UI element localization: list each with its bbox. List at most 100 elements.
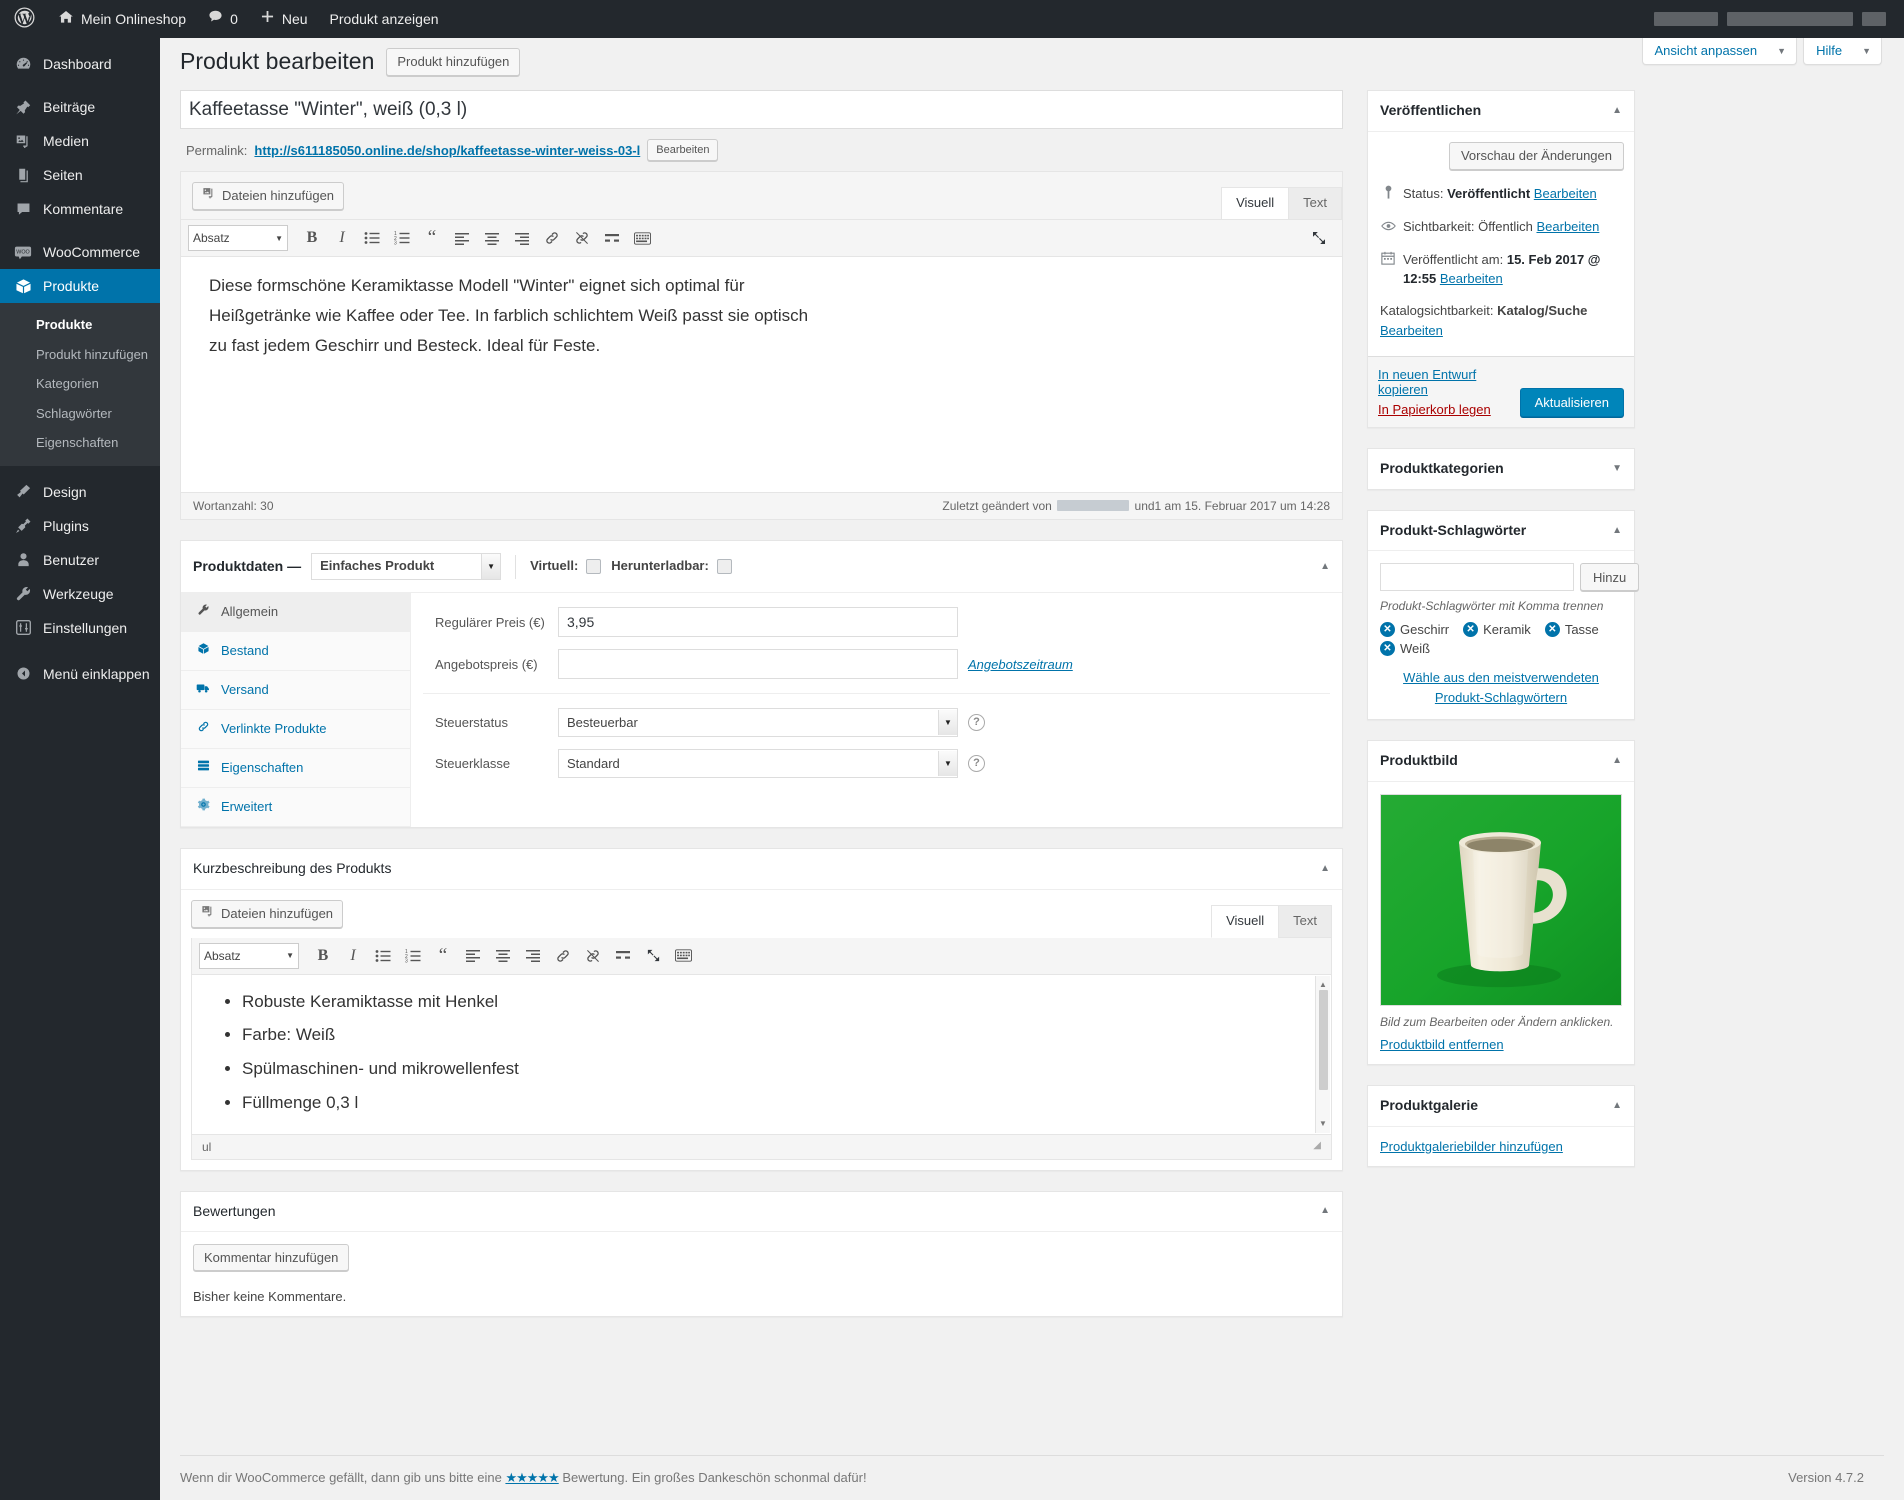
edit-status-link[interactable]: Bearbeiten — [1534, 186, 1597, 201]
preview-changes-button[interactable]: Vorschau der Änderungen — [1448, 141, 1624, 170]
add-product-button[interactable]: Produkt hinzufügen — [386, 47, 521, 76]
sd-fullscreen-button[interactable] — [639, 943, 667, 969]
sd-insert-link-button[interactable] — [549, 943, 577, 969]
product-type-select[interactable]: Einfaches Produkt ▼ — [311, 553, 502, 580]
edit-visibility-link[interactable]: Bearbeiten — [1536, 219, 1599, 234]
resize-handle[interactable]: ◢ — [1313, 1140, 1321, 1154]
edit-catalog-link[interactable]: Bearbeiten — [1380, 323, 1443, 338]
sd-toolbar-toggle-button[interactable] — [669, 943, 697, 969]
sidebar-item-comments[interactable]: Kommentare — [0, 192, 160, 226]
scroll-thumb[interactable] — [1319, 989, 1328, 1090]
product-categories-header[interactable]: Produktkategorien ▼ — [1368, 449, 1634, 489]
sd-remove-link-button[interactable] — [579, 943, 607, 969]
remove-product-image-link[interactable]: Produktbild entfernen — [1380, 1037, 1504, 1052]
sd-add-media-button[interactable]: Dateien hinzufügen — [191, 900, 344, 929]
sd-align-center-button[interactable] — [489, 943, 517, 969]
remove-tag-icon[interactable]: ✕ — [1463, 622, 1479, 638]
product-data-header[interactable]: Produktdaten — Einfaches Produkt ▼ Virtu… — [181, 541, 1342, 593]
read-more-button[interactable] — [598, 225, 626, 251]
help-icon[interactable]: ? — [968, 755, 985, 772]
sale-schedule-link[interactable]: Angebotszeitraum — [968, 657, 1073, 672]
downloadable-checkbox-label[interactable]: Herunterladbar: — [611, 557, 732, 575]
product-tags-header[interactable]: Produkt-Schlagwörter ▲ — [1368, 511, 1634, 552]
collapse-toggle-icon[interactable]: ▲ — [1320, 1204, 1330, 1218]
expand-toggle-icon[interactable]: ▼ — [1612, 462, 1622, 476]
sidebar-item-products[interactable]: Produkte — [0, 269, 160, 303]
sidebar-item-plugins[interactable]: Plugins — [0, 509, 160, 543]
publish-box-header[interactable]: Veröffentlichen ▲ — [1368, 91, 1634, 132]
italic-button[interactable]: I — [328, 225, 356, 251]
sd-content-area[interactable]: Robuste Keramiktasse mit Henkel Farbe: W… — [192, 974, 1331, 1134]
add-media-button[interactable]: Dateien hinzufügen — [192, 182, 345, 210]
bullet-list-button[interactable] — [358, 225, 386, 251]
submenu-item-attributes[interactable]: Eigenschaften — [0, 428, 160, 458]
help-tab[interactable]: Hilfe ▼ — [1803, 38, 1882, 65]
align-center-button[interactable] — [478, 225, 506, 251]
sd-blockquote-button[interactable]: “ — [429, 943, 457, 969]
virtual-checkbox[interactable] — [586, 559, 602, 574]
permalink-url-link[interactable]: http://s611185050.online.de/shop/kaffeet… — [254, 143, 640, 158]
insert-link-button[interactable] — [538, 225, 566, 251]
virtual-checkbox-label[interactable]: Virtuell: — [530, 557, 602, 575]
tax-class-select[interactable]: Standard ▼ — [558, 749, 958, 778]
collapse-toggle-icon[interactable]: ▲ — [1320, 862, 1330, 876]
pd-tab-advanced[interactable]: Erweitert — [181, 788, 410, 827]
tab-visual[interactable]: Visuell — [1221, 187, 1290, 220]
sidebar-item-pages[interactable]: Seiten — [0, 158, 160, 192]
remove-tag-icon[interactable]: ✕ — [1544, 622, 1560, 638]
product-title-input[interactable] — [180, 90, 1343, 129]
tag-cloud-link[interactable]: Wähle aus den meistverwendeten Produkt-S… — [1380, 668, 1622, 707]
submenu-item-categories[interactable]: Kategorien — [0, 369, 160, 399]
editor-content-area[interactable]: Diese formschöne Keramiktasse Modell "Wi… — [181, 257, 1342, 492]
pd-tab-general[interactable]: Allgemein — [181, 593, 410, 632]
sd-tab-visual[interactable]: Visuell — [1211, 904, 1280, 938]
sale-price-input[interactable] — [558, 649, 958, 679]
comments-menu[interactable]: 0 — [197, 0, 249, 38]
move-to-trash-link[interactable]: In Papierkorb legen — [1378, 402, 1520, 417]
sd-numbered-list-button[interactable]: 123 — [399, 943, 427, 969]
collapse-toggle-icon[interactable]: ▲ — [1612, 1099, 1622, 1113]
five-stars-rating-link[interactable]: ★★★★★ — [505, 1470, 559, 1485]
downloadable-checkbox[interactable] — [716, 559, 732, 574]
edit-published-link[interactable]: Bearbeiten — [1440, 271, 1503, 286]
pd-tab-shipping[interactable]: Versand — [181, 671, 410, 710]
sidebar-item-users[interactable]: Benutzer — [0, 543, 160, 577]
reviews-header[interactable]: Bewertungen ▲ — [181, 1192, 1342, 1233]
sidebar-item-settings[interactable]: Einstellungen — [0, 611, 160, 645]
pd-tab-inventory[interactable]: Bestand — [181, 632, 410, 671]
wordpress-logo-icon[interactable] — [0, 7, 47, 32]
sidebar-item-dashboard[interactable]: Dashboard — [0, 47, 160, 81]
update-button[interactable]: Aktualisieren — [1519, 388, 1624, 418]
sd-paragraph-format-select[interactable]: Absatz ▼ — [199, 942, 299, 969]
site-name-menu[interactable]: Mein Onlineshop — [47, 0, 197, 38]
sd-bullet-list-button[interactable] — [369, 943, 397, 969]
bold-button[interactable]: B — [298, 225, 326, 251]
collapse-toggle-icon[interactable]: ▲ — [1612, 104, 1622, 118]
sd-align-right-button[interactable] — [519, 943, 547, 969]
submenu-item-tags[interactable]: Schlagwörter — [0, 399, 160, 429]
add-gallery-images-link[interactable]: Produktgaleriebilder hinzufügen — [1380, 1139, 1563, 1154]
align-left-button[interactable] — [448, 225, 476, 251]
fullscreen-button[interactable] — [1305, 225, 1333, 251]
submenu-item-products[interactable]: Produkte — [0, 310, 160, 340]
sd-bold-button[interactable]: B — [309, 943, 337, 969]
add-tag-button[interactable]: Hinzu — [1580, 563, 1640, 592]
remove-link-button[interactable] — [568, 225, 596, 251]
help-icon[interactable]: ? — [968, 714, 985, 731]
new-content-menu[interactable]: Neu — [249, 0, 319, 38]
product-image-header[interactable]: Produktbild ▲ — [1368, 741, 1634, 782]
add-comment-button[interactable]: Kommentar hinzufügen — [193, 1244, 350, 1272]
regular-price-input[interactable] — [558, 607, 958, 637]
sd-read-more-button[interactable] — [609, 943, 637, 969]
pd-tab-attributes[interactable]: Eigenschaften — [181, 749, 410, 788]
collapse-toggle-icon[interactable]: ▲ — [1612, 524, 1622, 538]
submenu-item-add-product[interactable]: Produkt hinzufügen — [0, 340, 160, 370]
toolbar-toggle-button[interactable] — [628, 225, 656, 251]
sd-tab-text[interactable]: Text — [1278, 904, 1332, 938]
edit-permalink-button[interactable]: Bearbeiten — [647, 139, 719, 161]
sidebar-item-posts[interactable]: Beiträge — [0, 90, 160, 124]
pd-tab-linked-products[interactable]: Verlinkte Produkte — [181, 710, 410, 749]
short-description-header[interactable]: Kurzbeschreibung des Produkts ▲ — [181, 849, 1342, 890]
tax-status-select[interactable]: Besteuerbar ▼ — [558, 708, 958, 737]
align-right-button[interactable] — [508, 225, 536, 251]
